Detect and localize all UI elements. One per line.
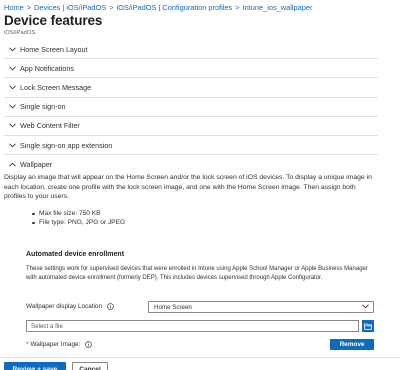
chevron-down-icon [4,123,20,128]
breadcrumb-home[interactable]: Home [4,3,24,12]
required-indicator: * [26,341,29,348]
info-icon[interactable] [85,341,93,348]
chevron-down-icon [4,104,20,109]
remove-button[interactable]: Remove [330,339,374,350]
location-field-label: Wallpaper display Location [26,303,114,310]
location-select-value: Home Screen [154,303,192,311]
section-app-notifications[interactable]: App Notifications [4,59,378,79]
section-label: Single sign-on app extension [20,140,113,150]
info-icon[interactable] [107,303,114,310]
browse-file-button[interactable] [362,320,374,332]
list-item: File type: PNG, JPG or JPEG [32,218,125,227]
file-picker-placeholder: Select a file [31,322,63,330]
chevron-down-icon [4,85,20,90]
review-save-button[interactable]: Review + save [4,362,66,370]
breadcrumb-separator: > [26,3,32,12]
location-select[interactable]: Home Screen [148,301,374,313]
chevron-up-icon [4,162,20,167]
folder-icon [364,317,372,335]
section-label: Web Content Filter [20,121,80,131]
section-single-sign-on[interactable]: Single sign-on [4,98,378,117]
section-lock-screen-message[interactable]: Lock Screen Message [4,78,378,98]
settings-sections: Home Screen Layout App Notifications Loc… [4,40,378,174]
file-picker-input[interactable]: Select a file [26,320,359,332]
section-label: Single sign-on [20,102,66,112]
chevron-down-icon [4,66,20,71]
breadcrumb-configuration-profiles[interactable]: iOS/iPadOS | Configuration profiles [117,3,233,12]
section-label: Wallpaper [20,160,53,170]
chevron-down-icon [4,143,20,148]
section-single-sign-on-app-extension[interactable]: Single sign-on app extension [4,136,378,156]
wallpaper-image-label: * Wallpaper Image: [26,341,93,348]
page-title: Device features [4,13,103,28]
section-label: Lock Screen Message [20,82,92,92]
breadcrumb-devices-ios[interactable]: Devices | iOS/iPadOS [34,3,106,12]
chevron-down-icon [362,304,369,311]
breadcrumb-separator: > [235,3,240,12]
wallpaper-requirements: Max file size: 750 KB File type: PNG, JP… [32,209,125,227]
breadcrumb-profile-name[interactable]: Intune_ios_wallpaper [243,3,313,12]
wallpaper-description: Display an image that will appear on the… [4,174,372,200]
cancel-button[interactable]: Cancel [72,362,108,370]
wallpaper-image-label-text: Wallpaper Image: [30,341,81,348]
location-label-text: Wallpaper display Location [26,303,103,310]
section-label: Home Screen Layout [20,44,88,54]
section-label: App Notifications [20,63,74,73]
list-item: Max file size: 750 KB [32,209,125,218]
page-subtitle: iOS/iPadOS [4,30,36,36]
ade-heading: Automated device enrollment [26,251,125,258]
section-web-content-filter[interactable]: Web Content Filter [4,117,378,136]
section-home-screen-layout[interactable]: Home Screen Layout [4,40,378,60]
footer-divider [0,357,400,358]
section-wallpaper[interactable]: Wallpaper [4,155,378,174]
ade-description: These settings work for supervised devic… [26,266,368,282]
chevron-down-icon [4,47,20,52]
breadcrumb-separator: > [109,3,114,12]
